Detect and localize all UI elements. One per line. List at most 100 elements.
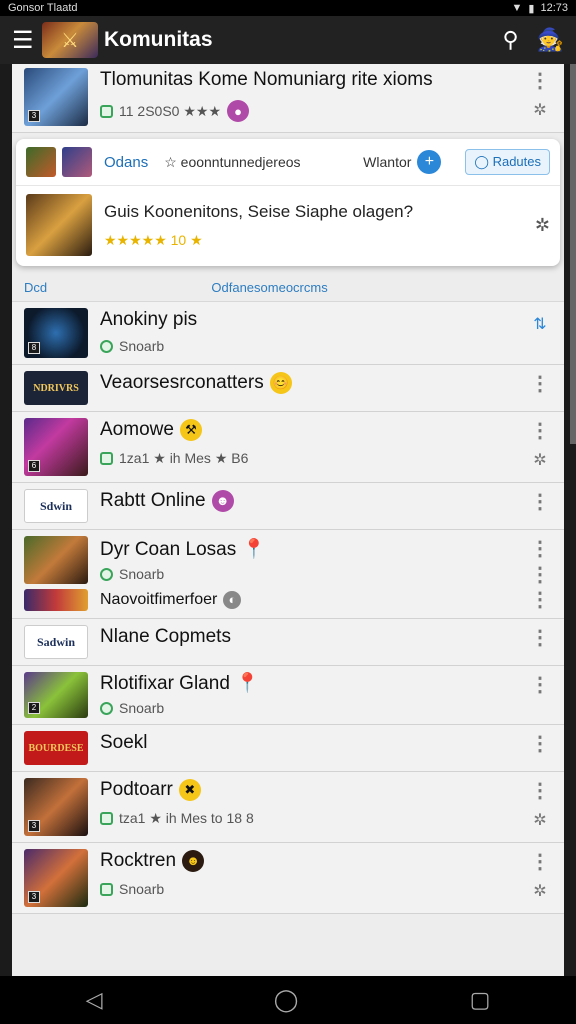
list-item[interactable]: 2 Rlotifixar Gland 📍 Snoarb ⋮	[12, 666, 564, 725]
emoji-icon: ⚒	[179, 419, 202, 441]
page-title: Komunitas	[104, 28, 213, 51]
more-options-icon[interactable]: ⋮	[530, 565, 550, 585]
community-thumbnail: Sadwin	[24, 625, 88, 659]
community-thumbnail	[24, 536, 88, 584]
community-thumbnail: 2	[24, 672, 88, 718]
featured-thumb-2	[62, 147, 92, 177]
community-meta: Snoarb	[119, 881, 165, 897]
more-options-icon[interactable]: ⋮	[530, 492, 550, 512]
list-item[interactable]: NDRIVRS Veaorsesrconatters 😊 ⋮	[12, 365, 564, 412]
community-meta: Snoarb	[119, 566, 165, 582]
list-item[interactable]: 3 Rocktren ☻ Snoarb ⋮ ✲	[12, 843, 564, 914]
check-icon	[100, 812, 113, 825]
community-name: Soekl	[100, 732, 148, 753]
featured-card[interactable]: Odans ☆ eoonntunnedjereos Wlantor + ◯ Ra…	[16, 139, 560, 266]
more-options-icon[interactable]: ⋮	[530, 852, 550, 872]
star-outline-icon: ☆	[164, 153, 181, 170]
more-options-icon[interactable]: ⋮	[530, 590, 550, 610]
community-name: Podtoarr	[100, 779, 173, 800]
settings-icon[interactable]: ✲	[533, 100, 546, 120]
scrollbar[interactable]	[570, 64, 576, 444]
section-center-label[interactable]: Odfanesomeocrcms	[47, 280, 492, 295]
list-item[interactable]: 3 Podtoarr ✖ tza1 ★ ih Mes to 18 8 ⋮ ✲	[12, 772, 564, 843]
more-options-icon[interactable]: ⋮	[530, 628, 550, 648]
featured-thumb-1	[26, 147, 56, 177]
battery-icon: ▮	[528, 2, 535, 15]
settings-icon[interactable]: ✲	[533, 881, 546, 901]
featured-thumbnail	[26, 194, 92, 256]
recents-icon[interactable]: ▢	[470, 987, 491, 1013]
community-meta: tza1 ★ ih Mes to 18 8	[119, 810, 254, 826]
search-icon[interactable]: ⚲	[502, 27, 518, 53]
community-meta: 1za1 ★ ih Mes ★ B6	[119, 450, 249, 466]
more-options-icon[interactable]: ⋮	[530, 675, 550, 695]
radutes-button[interactable]: ◯ Radutes	[465, 149, 550, 175]
more-options-icon[interactable]: ⋮	[530, 781, 550, 801]
menu-icon[interactable]: ☰	[12, 26, 40, 55]
status-icon	[100, 701, 113, 715]
community-meta: Snoarb	[119, 700, 165, 716]
community-name: Nlane Copmets	[100, 626, 231, 647]
settings-icon[interactable]: ✲	[533, 810, 546, 830]
settings-icon[interactable]: ✲	[533, 450, 546, 470]
list-item[interactable]: BOURDESE Soekl ⋮	[12, 725, 564, 772]
share-icon[interactable]: ⇅	[533, 314, 546, 334]
gear-icon[interactable]: ✲	[535, 215, 550, 236]
check-icon	[100, 882, 113, 896]
level-badge: 8	[28, 342, 40, 354]
community-name: Aomowe	[100, 419, 174, 440]
more-options-icon[interactable]: ⋮	[530, 421, 550, 441]
list-item[interactable]: Sdwin Rabtt Online ☻ ⋮	[12, 483, 564, 530]
list-item[interactable]: 3 Tlomunitas Kome Nomuniarg rite xioms 1…	[12, 64, 564, 133]
featured-tab[interactable]: Odans	[104, 154, 148, 171]
check-icon	[100, 452, 113, 465]
status-bar: Gonsor Tlaatd ▼ ▮ 12:73	[0, 0, 576, 16]
community-thumbnail: BOURDESE	[24, 731, 88, 765]
section-left-label: Dcd	[24, 280, 48, 295]
community-meta: 11 2S0S0 ★★★	[119, 102, 221, 119]
back-icon[interactable]: ◁	[86, 987, 103, 1013]
level-badge: 3	[28, 820, 40, 832]
emoji-icon: 😊	[269, 372, 292, 394]
community-name: Dyr Coan Losas	[100, 539, 237, 560]
community-name: Rocktren	[100, 850, 177, 871]
list-item[interactable]: 6 Aomowe ⚒ 1za1 ★ ih Mes ★ B6 ⋮ ✲	[12, 412, 564, 483]
community-list[interactable]: 3 Tlomunitas Kome Nomuniarg rite xioms 1…	[12, 64, 564, 976]
community-name: Rabtt Online	[100, 490, 206, 511]
wifi-icon: ▼	[511, 2, 523, 14]
community-thumbnail: 8	[24, 308, 88, 358]
list-item[interactable]: Sadwin Nlane Copmets ⋮	[12, 619, 564, 666]
emoji-icon: ✖	[178, 779, 201, 801]
community-thumbnail: 3	[24, 778, 88, 836]
status-icon	[100, 339, 113, 353]
community-meta: Snoarb	[119, 338, 165, 354]
community-thumbnail: Sdwin	[24, 489, 88, 523]
more-options-icon[interactable]: ⋮	[530, 539, 550, 559]
community-name: Veaorsesrconatters	[100, 372, 264, 393]
home-icon[interactable]: ◯	[274, 987, 299, 1013]
featured-subtitle: eoonntunnedjereos	[180, 153, 301, 170]
community-thumbnail: 3	[24, 849, 88, 907]
avatar[interactable]: 🧙	[537, 27, 564, 53]
more-options-icon[interactable]: ⋮	[530, 71, 550, 91]
status-icon	[100, 567, 113, 581]
community-name: Rlotifixar Gland	[100, 673, 230, 694]
community-name: Naovoitfimerfoer	[100, 591, 218, 608]
status-time: 12:73	[540, 2, 568, 14]
add-icon[interactable]: +	[417, 150, 442, 174]
more-options-icon[interactable]: ⋮	[530, 374, 550, 394]
location-pin-icon: 📍	[235, 673, 260, 694]
level-badge: 3	[28, 110, 40, 122]
list-item[interactable]: 8 Anokiny pis Snoarb ⇅	[12, 302, 564, 365]
community-thumbnail: NDRIVRS	[24, 371, 88, 405]
community-thumbnail: 3	[24, 68, 88, 126]
level-badge: 2	[28, 702, 40, 714]
list-item[interactable]: Dyr Coan Losas 📍 Snoarb ⋮ ⋮ Naovoitfimerfoe…	[12, 530, 564, 619]
featured-rating: ★★★★★ 10 ★	[104, 231, 203, 248]
featured-question: Guis Koonenitons, Seise Siaphe olagen?	[104, 201, 414, 221]
app-logo: ⚔	[42, 22, 98, 58]
app-bar: ☰ ⚔ Komunitas ⚲ 🧙	[0, 16, 576, 64]
community-name: Anokiny pis	[100, 309, 198, 330]
more-options-icon[interactable]: ⋮	[530, 734, 550, 754]
community-name: Tlomunitas Kome Nomuniarg rite xioms	[100, 69, 433, 90]
